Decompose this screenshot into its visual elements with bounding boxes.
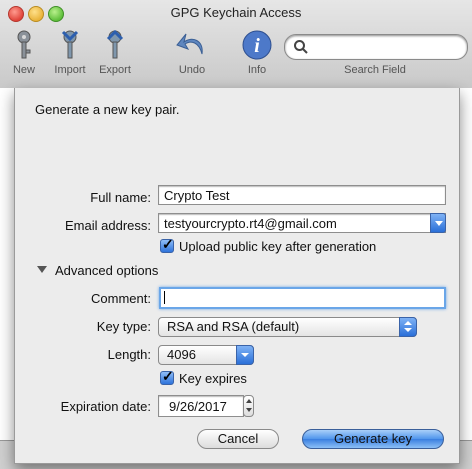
dropdown-arrow-icon [236,345,254,365]
toolbar-undo-button[interactable]: Undo [164,28,220,76]
toolbar-info-button[interactable]: i Info [229,28,285,76]
key-type-label: Key type: [96,319,151,334]
email-value: testyourcrypto.rt4@gmail.com [164,216,337,231]
key-expires-checkbox[interactable]: ✓ [160,368,174,385]
key-type-popup[interactable]: RSA and RSA (default) [158,317,417,337]
svg-text:i: i [254,35,260,57]
length-value: 4096 [167,347,196,362]
text-cursor [164,291,165,304]
key-type-value: RSA and RSA (default) [167,319,300,334]
upload-key-checkbox[interactable]: ✓ [160,236,174,253]
full-name-field[interactable]: Crypto Test [158,185,446,205]
generate-key-sheet: Generate a new key pair. Full name: Cryp… [14,88,460,464]
search-field-label: Search Field [344,64,406,76]
search-field[interactable] [284,34,468,60]
email-label: Email address: [65,218,151,233]
window-title: GPG Keychain Access [170,5,302,20]
advanced-options-label[interactable]: Advanced options [55,263,158,278]
length-label: Length: [107,347,151,362]
key-new-icon [17,30,31,59]
comment-field[interactable] [159,287,446,309]
date-stepper[interactable] [243,395,254,417]
cancel-button[interactable]: Cancel [197,429,279,449]
toolbar-undo-label: Undo [178,64,206,76]
expiration-date-label: Expiration date: [60,399,151,414]
toolbar-export-button[interactable]: Export [87,28,143,76]
toolbar-info-label: Info [247,64,267,76]
info-icon: i [242,30,272,60]
sheet-heading: Generate a new key pair. [35,102,180,117]
key-import-icon [61,30,79,59]
full-name-label: Full name: [90,190,151,205]
checkmark-icon: ✓ [162,368,174,384]
title-bar: GPG Keychain Access New Import Export Un… [0,0,472,89]
toolbar-export-label: Export [99,64,131,76]
key-export-icon [106,29,124,59]
email-dropdown-button[interactable] [430,213,446,233]
undo-icon [176,33,203,55]
generate-key-button[interactable]: Generate key [302,429,444,449]
key-expires-label: Key expires [179,371,247,386]
popup-arrows-icon [399,317,417,337]
search-icon [294,40,308,54]
upload-key-label: Upload public key after generation [179,239,377,254]
email-combo-field[interactable]: testyourcrypto.rt4@gmail.com [158,213,446,233]
length-popup[interactable]: 4096 [158,345,254,365]
disclosure-triangle-icon[interactable] [37,266,47,273]
checkmark-icon: ✓ [162,236,174,252]
expiration-date-field[interactable]: 9/26/2017 [158,395,244,417]
comment-label: Comment: [91,291,151,306]
